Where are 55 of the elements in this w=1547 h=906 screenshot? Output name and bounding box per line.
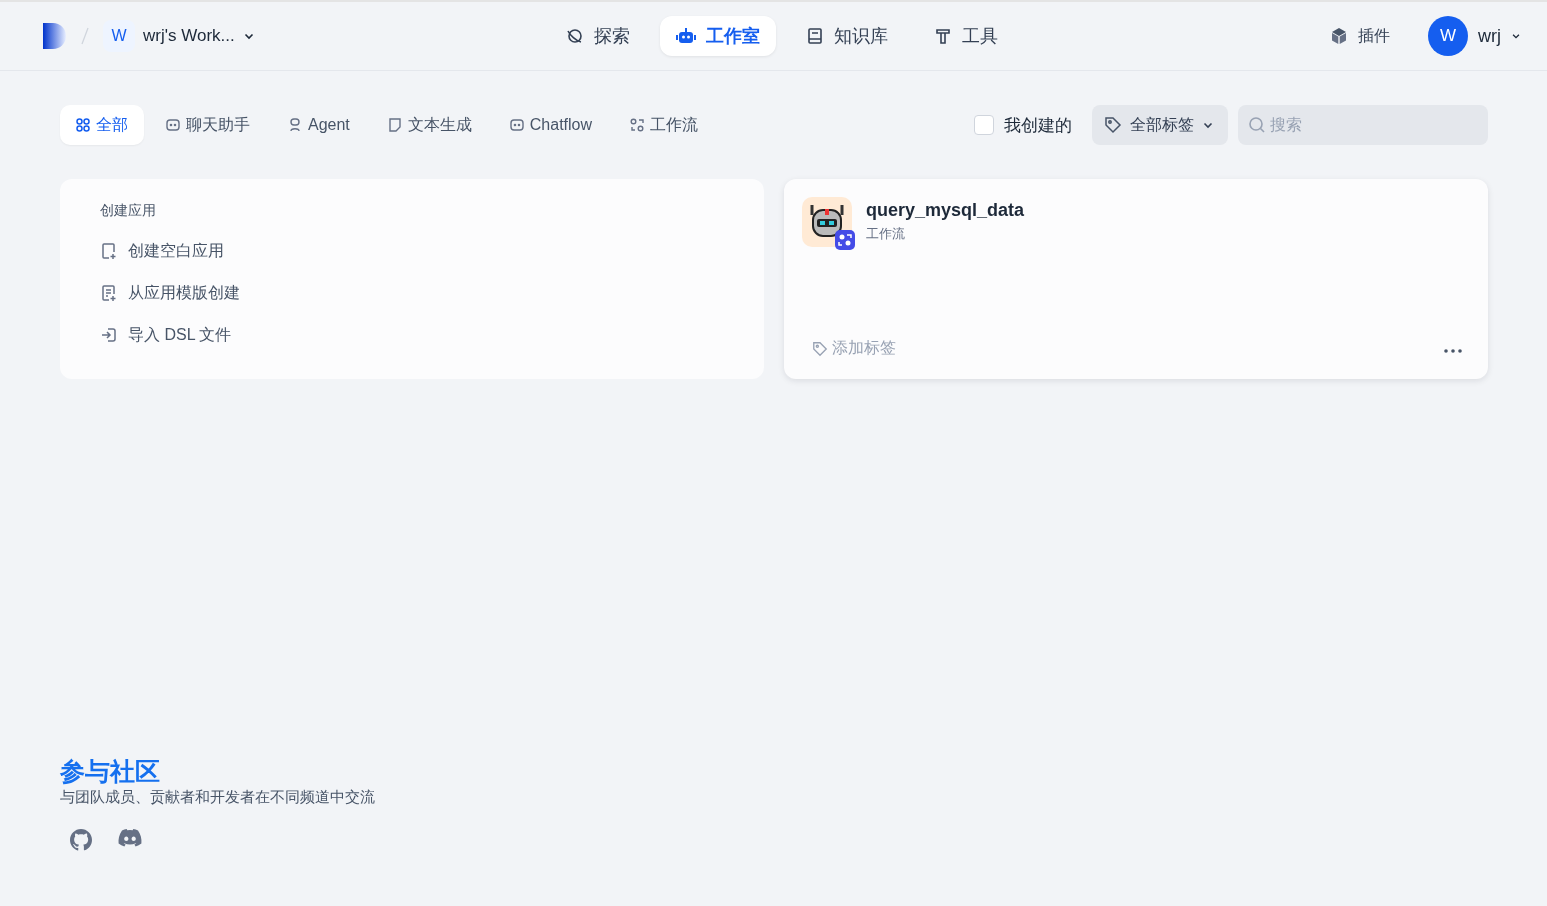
breadcrumb-separator <box>81 26 89 46</box>
create-option[interactable]: 导入 DSL 文件 <box>100 324 232 346</box>
hammer-icon <box>934 27 952 45</box>
robot-icon <box>676 27 696 45</box>
app-icon <box>802 197 852 247</box>
filter-tab[interactable]: Agent <box>272 105 366 145</box>
workflow-badge-icon <box>835 230 855 250</box>
user-name: wrj <box>1478 25 1501 47</box>
search-icon <box>1248 116 1266 134</box>
app-type: 工作流 <box>866 225 906 243</box>
github-link[interactable] <box>70 829 92 851</box>
app-name: query_mysql_data <box>866 200 1025 221</box>
planet-icon <box>566 27 584 45</box>
nav-tab[interactable]: 知识库 <box>790 16 904 56</box>
filter-tab[interactable]: 聊天助手 <box>150 105 266 145</box>
chevron-down-icon <box>1511 31 1521 41</box>
workspace-selector[interactable]: W wrj's Work... <box>103 20 255 52</box>
nav-tab[interactable]: 工作室 <box>660 16 776 56</box>
grid-icon <box>76 118 90 132</box>
workflow-icon <box>630 118 645 132</box>
community-description: 与团队成员、贡献者和开发者在不同频道中交流 <box>60 788 375 805</box>
workspace-name: wrj's Work... <box>143 26 235 46</box>
tag-filter-dropdown[interactable]: 全部标签 <box>1092 105 1228 145</box>
discord-icon <box>118 829 142 847</box>
nav-tab[interactable]: 工具 <box>918 16 1014 56</box>
filter-tab[interactable]: Chatflow <box>493 105 609 145</box>
import-icon <box>100 326 118 344</box>
user-menu[interactable]: W wrj <box>1428 16 1521 56</box>
robot-icon <box>288 118 302 132</box>
create-option[interactable]: 从应用模版创建 <box>100 282 240 304</box>
book-icon <box>806 27 824 45</box>
workspace-avatar: W <box>103 20 135 52</box>
logo-icon[interactable] <box>43 23 67 49</box>
user-avatar: W <box>1428 16 1468 56</box>
github-icon <box>70 829 92 851</box>
tag-icon <box>1104 116 1122 134</box>
filter-tab[interactable]: 文本生成 <box>371 105 488 145</box>
create-option[interactable]: 创建空白应用 <box>100 240 224 262</box>
plugins-button[interactable]: 插件 <box>1324 24 1396 48</box>
nav-tab[interactable]: 探索 <box>550 16 646 56</box>
section-title: 创建应用 <box>100 202 156 220</box>
search-field[interactable]: 搜索 <box>1238 105 1488 145</box>
cube-icon <box>1330 27 1348 45</box>
more-icon <box>1444 349 1462 353</box>
tag-icon <box>812 340 828 357</box>
document-plus-icon <box>100 284 118 302</box>
chat-icon <box>166 118 180 132</box>
file-plus-icon <box>100 242 118 260</box>
checkbox-label: 我创建的 <box>1004 114 1072 137</box>
filter-tab[interactable]: 全部 <box>60 105 144 145</box>
community-title: 参与社区 <box>60 756 160 787</box>
filter-tab[interactable]: 工作流 <box>614 105 715 145</box>
checkbox[interactable] <box>974 115 994 135</box>
chat-icon <box>509 118 524 132</box>
note-icon <box>387 118 402 132</box>
